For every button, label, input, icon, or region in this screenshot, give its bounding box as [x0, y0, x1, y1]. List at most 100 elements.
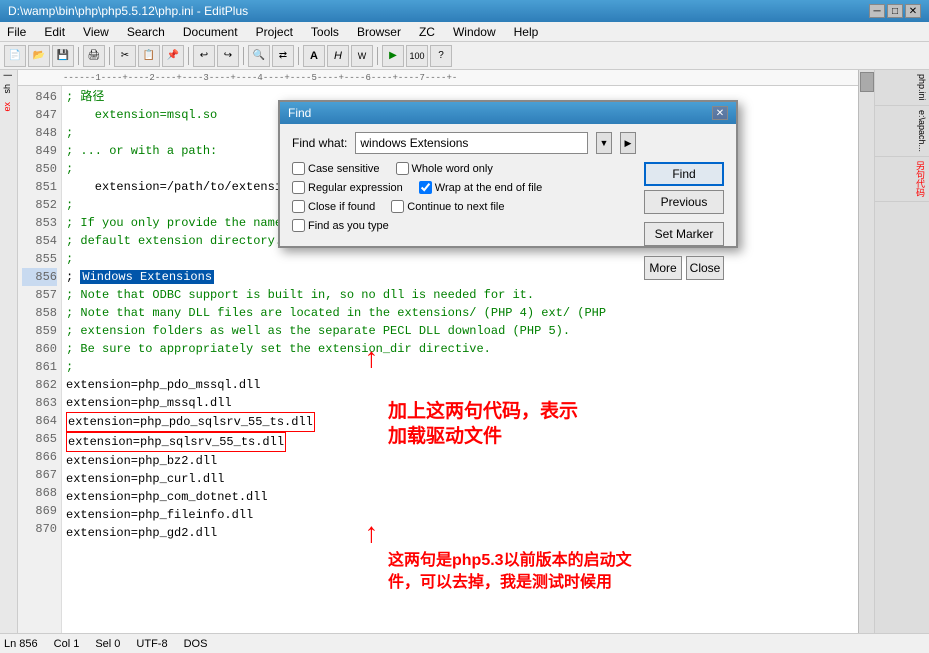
set-marker-button[interactable]: Set Marker	[644, 222, 724, 246]
find-dropdown-btn[interactable]: ▼	[596, 132, 612, 154]
toolbar-new[interactable]: 📄	[4, 45, 26, 67]
toolbar-sep-6	[377, 47, 378, 65]
continue-label: Continue to next file	[407, 201, 504, 213]
menu-window[interactable]: Window	[450, 25, 499, 39]
status-encoding: UTF-8	[136, 638, 167, 650]
regex-label: Regular expression	[308, 182, 403, 194]
toolbar-bold[interactable]: A	[303, 45, 325, 67]
line-num: 847	[22, 106, 57, 124]
menu-search[interactable]: Search	[124, 25, 168, 39]
checkbox-case-sensitive: Case sensitive	[292, 162, 380, 175]
menu-view[interactable]: View	[80, 25, 112, 39]
menu-help[interactable]: Help	[511, 25, 542, 39]
toolbar-sep-2	[109, 47, 110, 65]
close-button[interactable]: ✕	[905, 4, 921, 18]
menu-project[interactable]: Project	[253, 25, 296, 39]
regex-check[interactable]	[292, 181, 305, 194]
find-what-label: Find what:	[292, 136, 347, 150]
toolbar-replace[interactable]: ⇄	[272, 45, 294, 67]
line-num: 855	[22, 250, 57, 268]
line-num: 846	[22, 88, 57, 106]
line-num: 867	[22, 466, 57, 484]
find-what-input[interactable]	[355, 132, 588, 154]
toolbar-btn3[interactable]: ?	[430, 45, 452, 67]
toolbar-italic[interactable]: H	[327, 45, 349, 67]
code-line-867: extension=php_curl.dll	[66, 470, 854, 488]
ruler: ------1----+----2----+----3----+----4---…	[18, 70, 858, 86]
find-options-btn[interactable]: ▶	[620, 132, 636, 154]
find-type-check[interactable]	[292, 219, 305, 232]
right-panel-phpini[interactable]: php.ini	[875, 70, 929, 106]
close-found-check[interactable]	[292, 200, 305, 213]
toolbar-save[interactable]: 💾	[52, 45, 74, 67]
toolbar: 📄 📂 💾 🖨 ✂ 📋 📌 ↩ ↪ 🔍 ⇄ A H W ▶ 100 ?	[0, 42, 929, 70]
toolbar-redo[interactable]: ↪	[217, 45, 239, 67]
line-num: 859	[22, 322, 57, 340]
toolbar-cut[interactable]: ✂	[114, 45, 136, 67]
whole-word-check[interactable]	[396, 162, 409, 175]
line-num: 851	[22, 178, 57, 196]
dialog-close-button[interactable]: ✕	[712, 106, 728, 120]
line-num: 860	[22, 340, 57, 358]
toolbar-undo[interactable]: ↩	[193, 45, 215, 67]
more-button[interactable]: More	[644, 256, 682, 280]
close-dialog-button[interactable]: Close	[686, 256, 724, 280]
case-sensitive-check[interactable]	[292, 162, 305, 175]
toolbar-run[interactable]: ▶	[382, 45, 404, 67]
wrap-label: Wrap at the end of file	[435, 182, 542, 194]
status-line: Ln 856	[4, 638, 38, 650]
checkbox-whole-word: Whole word only	[396, 162, 493, 175]
sidebar-tab-1[interactable]: |	[0, 70, 17, 80]
line-num: 869	[22, 502, 57, 520]
continue-check[interactable]	[391, 200, 404, 213]
sidebar-tab-sh[interactable]: sh	[0, 80, 17, 98]
menu-tools[interactable]: Tools	[308, 25, 342, 39]
sidebar-tab-ex[interactable]: ex	[0, 98, 17, 116]
scroll-thumb[interactable]	[860, 72, 874, 92]
right-panel-code[interactable]: 另句代码	[875, 157, 929, 202]
menu-document[interactable]: Document	[180, 25, 241, 39]
status-col: Col 1	[54, 638, 80, 650]
checkbox-row-2: Regular expression Wrap at the end of fi…	[292, 181, 636, 194]
status-bar: Ln 856 Col 1 Sel 0 UTF-8 DOS	[0, 633, 929, 653]
toolbar-print[interactable]: 🖨	[83, 45, 105, 67]
checkbox-continue: Continue to next file	[391, 200, 504, 213]
checkbox-close-found: Close if found	[292, 200, 375, 213]
checkbox-row-1: Case sensitive Whole word only	[292, 162, 636, 175]
find-button[interactable]: Find	[644, 162, 724, 186]
scrollbar-vertical[interactable]	[858, 70, 874, 633]
status-type: DOS	[184, 638, 208, 650]
toolbar-find[interactable]: 🔍	[248, 45, 270, 67]
menu-zc[interactable]: ZC	[416, 25, 438, 39]
line-num: 862	[22, 376, 57, 394]
dialog-title-text: Find	[288, 106, 311, 120]
code-line-868: extension=php_com_dotnet.dll	[66, 488, 854, 506]
maximize-button[interactable]: □	[887, 4, 903, 18]
toolbar-btn2[interactable]: 100	[406, 45, 428, 67]
toolbar-open[interactable]: 📂	[28, 45, 50, 67]
previous-button[interactable]: Previous	[644, 190, 724, 214]
code-line-863: extension=php_mssql.dll	[66, 394, 854, 412]
line-num: 868	[22, 484, 57, 502]
menu-file[interactable]: File	[4, 25, 29, 39]
minimize-button[interactable]: ─	[869, 4, 885, 18]
toolbar-copy[interactable]: 📋	[138, 45, 160, 67]
close-found-label: Close if found	[308, 201, 375, 213]
line-num: 866	[22, 448, 57, 466]
line-num: 863	[22, 394, 57, 412]
right-panel-apache[interactable]: e:\apach...	[875, 106, 929, 157]
checkbox-wrap: Wrap at the end of file	[419, 181, 542, 194]
toolbar-sep-5	[298, 47, 299, 65]
toolbar-btn1[interactable]: W	[351, 45, 373, 67]
wrap-check[interactable]	[419, 181, 432, 194]
menu-browser[interactable]: Browser	[354, 25, 404, 39]
dialog-buttons: Find Previous Set Marker More Close	[644, 162, 724, 284]
menu-bar: File Edit View Search Document Project T…	[0, 22, 929, 42]
line-num: 854	[22, 232, 57, 250]
whole-word-label: Whole word only	[412, 163, 493, 175]
code-line-860: ; Be sure to appropriately set the exten…	[66, 340, 854, 358]
line-num: 853	[22, 214, 57, 232]
code-line-864: extension=php_pdo_sqlsrv_55_ts.dll	[66, 412, 854, 432]
menu-edit[interactable]: Edit	[41, 25, 68, 39]
toolbar-paste[interactable]: 📌	[162, 45, 184, 67]
